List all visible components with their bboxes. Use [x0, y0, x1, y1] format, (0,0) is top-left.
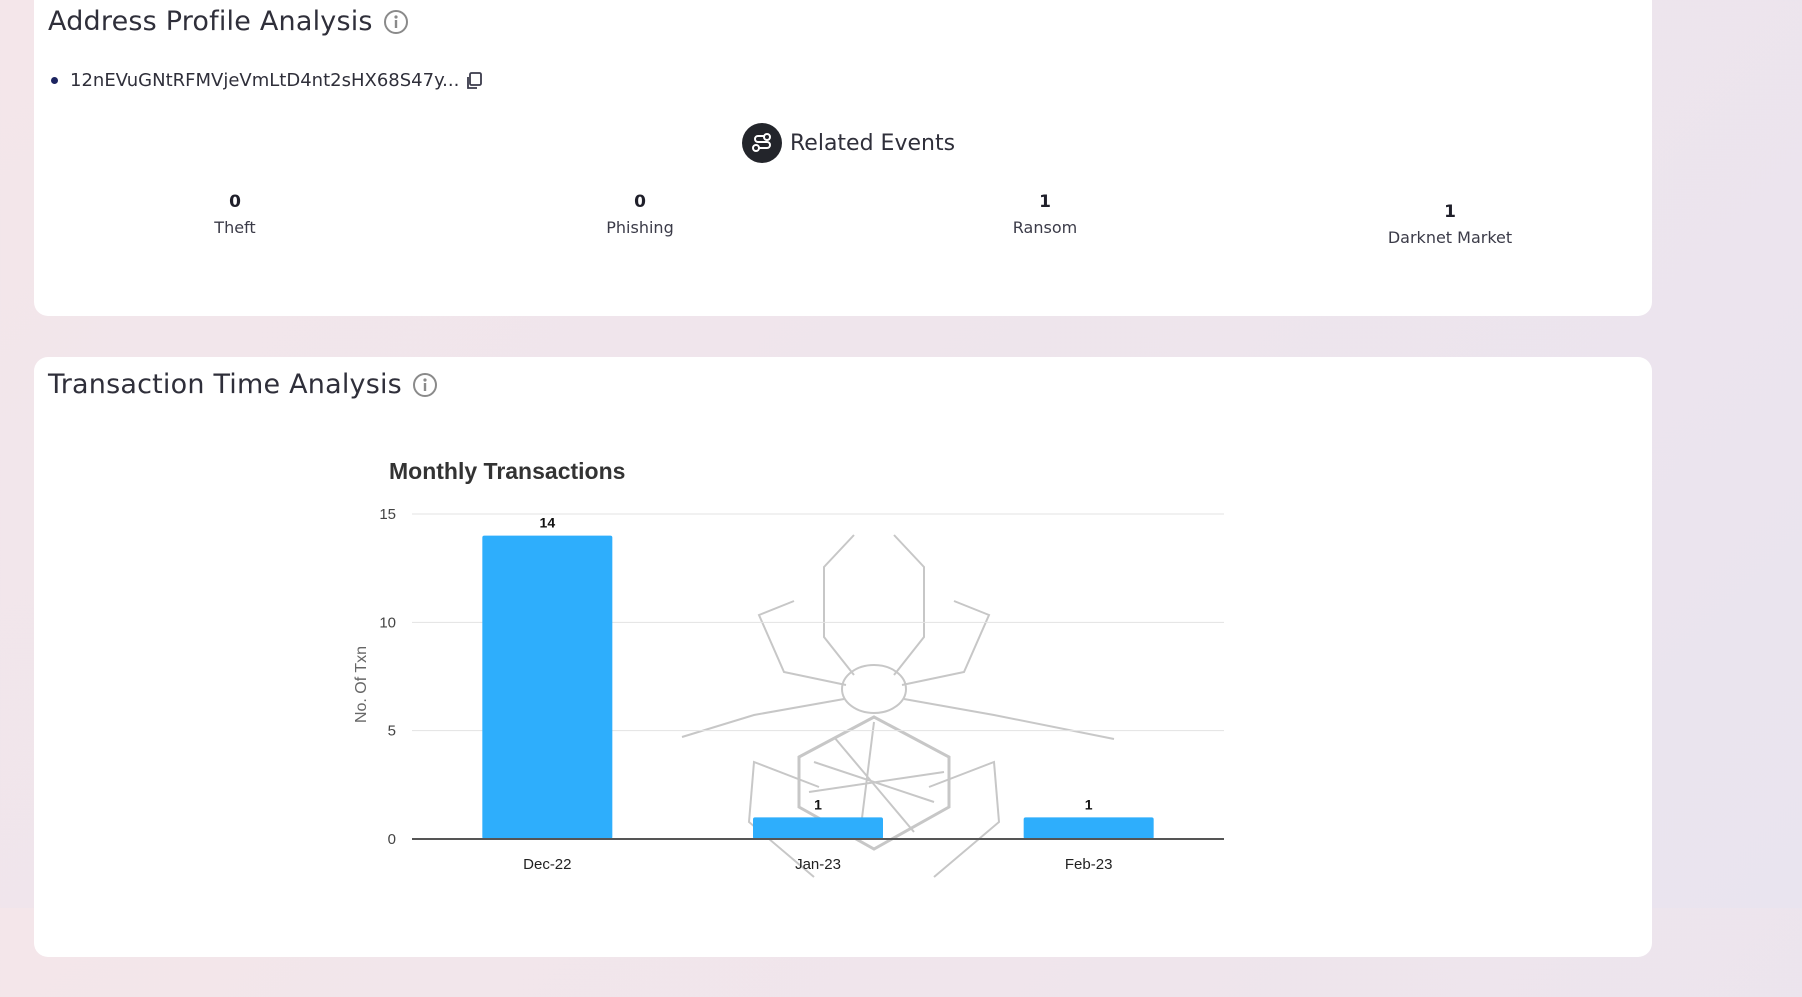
- bar-value-label: 1: [814, 796, 822, 812]
- x-tick-label: Jan-23: [795, 856, 841, 873]
- chart-x-ticks: Dec-22 Jan-23 Feb-23: [523, 856, 1112, 873]
- event-count: 0: [634, 192, 646, 212]
- event-label: Phishing: [606, 218, 674, 237]
- related-events-title: Related Events: [790, 130, 956, 156]
- route-icon: [742, 123, 782, 163]
- event-stat-darknet-market: 1 Darknet Market: [1350, 202, 1550, 248]
- bar-value-label: 1: [1085, 796, 1093, 812]
- x-tick-label: Dec-22: [523, 856, 571, 873]
- wallet-address[interactable]: 12nEVuGNtRFMVjeVmLtD4nt2sHX68S47y...: [70, 70, 459, 91]
- transaction-time-title-text: Transaction Time Analysis: [48, 369, 402, 400]
- related-events-header: Related Events: [742, 123, 955, 163]
- event-label: Theft: [214, 218, 256, 237]
- chart-title: Monthly Transactions: [389, 458, 625, 484]
- event-label: Darknet Market: [1387, 228, 1513, 247]
- event-stat-ransom: 1 Ransom: [945, 192, 1145, 238]
- address-profile-title-text: Address Profile Analysis: [48, 6, 373, 37]
- address-list-item: 12nEVuGNtRFMVjeVmLtD4nt2sHX68S47y...: [48, 70, 484, 91]
- chart-y-ticks: 0 5 10 15: [379, 506, 396, 848]
- transaction-time-card: Transaction Time Analysis Monthly Transa…: [34, 357, 1652, 957]
- bar[interactable]: [482, 535, 613, 839]
- event-count: 1: [1444, 202, 1456, 222]
- bar[interactable]: [1023, 817, 1154, 839]
- event-count: 0: [229, 192, 241, 212]
- chart-y-axis-label: No. Of Txn: [354, 646, 370, 723]
- bar[interactable]: [753, 817, 883, 839]
- event-stat-theft: 0 Theft: [135, 192, 335, 238]
- event-count: 1: [1039, 192, 1051, 212]
- x-tick-label: Feb-23: [1065, 856, 1113, 873]
- chart-data-labels: 14 1 1: [540, 515, 1093, 813]
- event-stat-phishing: 0 Phishing: [540, 192, 740, 238]
- y-tick-label: 15: [379, 506, 396, 523]
- bar-value-label: 14: [540, 515, 556, 531]
- event-label: Ransom: [1012, 218, 1078, 237]
- info-icon[interactable]: [412, 372, 438, 398]
- monthly-transactions-chart: Monthly Transactions 14 1 1 0 5 10 15 Dec-22 J…: [354, 458, 1224, 878]
- y-tick-label: 10: [379, 614, 396, 631]
- chart-bars: [482, 535, 1154, 839]
- address-profile-card: Address Profile Analysis 12nEVuGNtRFMVje…: [34, 0, 1652, 316]
- bullet-icon: [51, 77, 58, 84]
- info-icon[interactable]: [383, 9, 409, 35]
- copy-icon[interactable]: [464, 71, 484, 91]
- y-tick-label: 0: [388, 831, 396, 848]
- address-profile-title: Address Profile Analysis: [48, 6, 409, 37]
- y-tick-label: 5: [388, 723, 396, 740]
- transaction-time-title: Transaction Time Analysis: [48, 369, 438, 400]
